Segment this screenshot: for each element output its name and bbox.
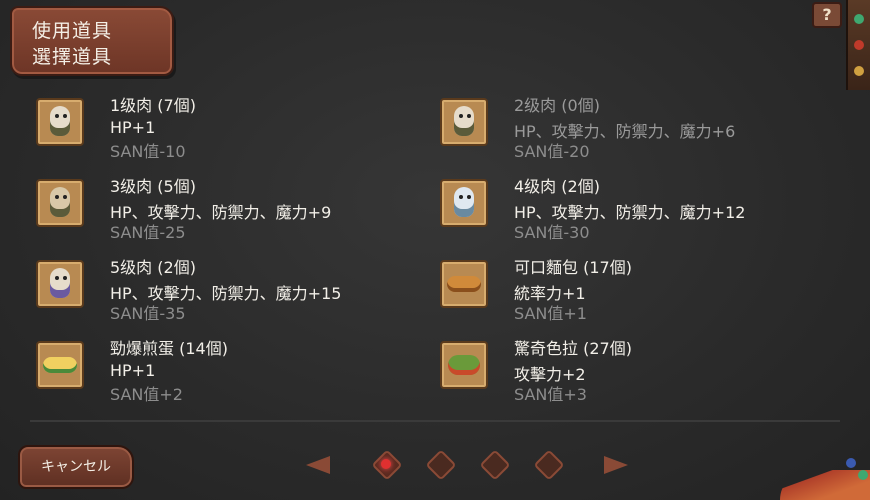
item-slot-2[interactable]: 2级肉 (0個) HP、攻擊力、防禦力、魔力+6 SAN值-20 — [440, 92, 830, 172]
page-1-button[interactable] — [371, 449, 403, 481]
bead-icon — [858, 470, 868, 480]
arrow-right-icon — [604, 456, 628, 474]
item-san: SAN值+1 — [514, 304, 587, 323]
side-ornament — [846, 0, 870, 90]
item-name: 1级肉 (7個) — [110, 96, 196, 115]
bread-icon — [440, 260, 488, 308]
cancel-button[interactable]: キャンセル — [18, 445, 134, 489]
item-name: 可口麵包 (17個) — [514, 258, 632, 277]
title-line-2: 選擇道具 — [32, 46, 113, 68]
item-name: 3级肉 (5個) — [110, 177, 196, 196]
fried-egg-icon — [36, 341, 84, 389]
item-san: SAN值+2 — [110, 385, 183, 404]
item-san: SAN值-10 — [110, 142, 186, 161]
item-slot-6[interactable]: 可口麵包 (17個) 統率力+1 SAN值+1 — [440, 254, 830, 334]
bead-icon — [854, 40, 864, 50]
salad-icon — [440, 341, 488, 389]
item-name: 驚奇色拉 (27個) — [514, 339, 632, 358]
corner-ornament — [780, 470, 870, 500]
item-slot-5[interactable]: 5级肉 (2個) HP、攻擊力、防禦力、魔力+15 SAN值-35 — [36, 254, 426, 334]
item-effect: HP+1 — [110, 361, 156, 380]
item-san: SAN值-20 — [514, 142, 590, 161]
skull-meat-icon — [36, 260, 84, 308]
skull-meat-icon — [36, 179, 84, 227]
title-plaque: 使用道具 選擇道具 — [10, 6, 174, 76]
bead-icon — [846, 458, 856, 468]
arrow-left-icon — [306, 456, 330, 474]
item-name: 4级肉 (2個) — [514, 177, 600, 196]
divider — [30, 420, 840, 422]
item-slot-8[interactable]: 驚奇色拉 (27個) 攻擊力+2 SAN值+3 — [440, 335, 830, 415]
page-2-button[interactable] — [425, 449, 457, 481]
item-name: 勁爆煎蛋 (14個) — [110, 339, 228, 358]
bead-icon — [854, 14, 864, 24]
item-slot-3[interactable]: 3级肉 (5個) HP、攻擊力、防禦力、魔力+9 SAN值-25 — [36, 173, 426, 253]
prev-page-button[interactable] — [302, 450, 336, 474]
item-slot-7[interactable]: 勁爆煎蛋 (14個) HP+1 SAN值+2 — [36, 335, 426, 415]
page-4-button[interactable] — [533, 449, 565, 481]
title-line-1: 使用道具 — [32, 20, 113, 42]
item-san: SAN值+3 — [514, 385, 587, 404]
item-name: 2级肉 (0個) — [514, 96, 600, 115]
item-san: SAN值-25 — [110, 223, 186, 242]
skull-meat-icon — [440, 98, 488, 146]
current-page-indicator — [381, 459, 391, 469]
bead-icon — [854, 66, 864, 76]
help-button[interactable]: ? — [812, 2, 842, 28]
item-name: 5级肉 (2個) — [110, 258, 196, 277]
item-san: SAN值-30 — [514, 223, 590, 242]
skull-meat-icon — [440, 179, 488, 227]
page-3-button[interactable] — [479, 449, 511, 481]
item-effect: HP+1 — [110, 118, 156, 137]
next-page-button[interactable] — [598, 450, 632, 474]
skull-meat-icon — [36, 98, 84, 146]
item-slot-4[interactable]: 4级肉 (2個) HP、攻擊力、防禦力、魔力+12 SAN值-30 — [440, 173, 830, 253]
item-san: SAN值-35 — [110, 304, 186, 323]
item-slot-1[interactable]: 1级肉 (7個) HP+1 SAN值-10 — [36, 92, 426, 172]
